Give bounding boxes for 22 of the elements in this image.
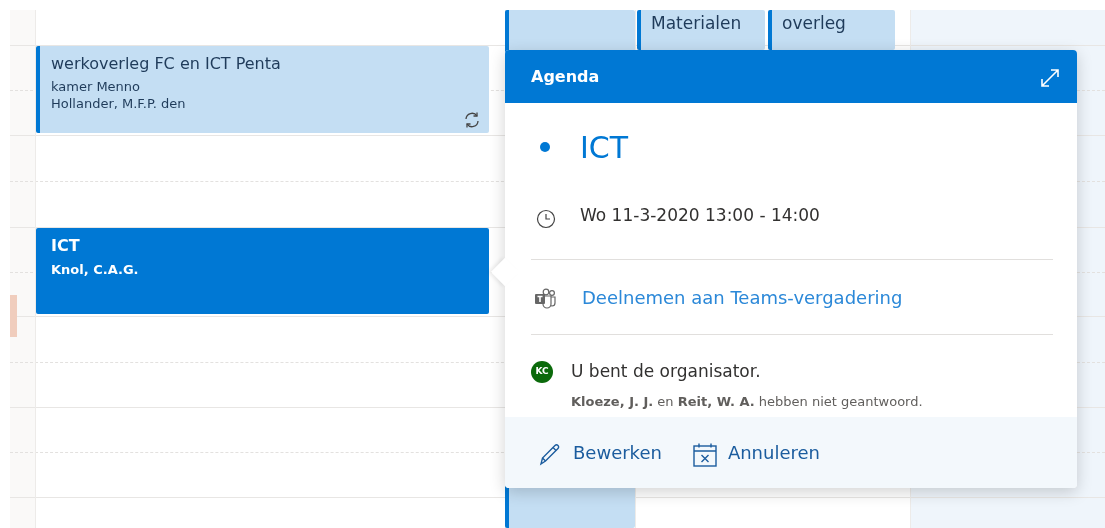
teams-icon	[534, 286, 558, 308]
avatar: KC	[531, 361, 553, 383]
popover-title: Agenda	[531, 65, 600, 88]
calendar-event[interactable]: overleg	[768, 10, 895, 50]
teams-link[interactable]: Deelnemen aan Teams-vergadering	[582, 283, 903, 311]
calendar-event[interactable]: Materialen	[637, 10, 765, 50]
calendar-event[interactable]: werkoverleg FC en ICT Penta kamer Menno Hollander, M.F.P. den	[36, 46, 489, 133]
event-organizer: Knol, C.A.G.	[51, 261, 140, 278]
event-location: kamer Menno	[51, 78, 142, 95]
event-organizer: Hollander, M.F.P. den	[51, 95, 187, 112]
event-title: ICT	[580, 128, 629, 167]
event-title: werkoverleg FC en ICT Penta	[51, 54, 282, 74]
event-title: Materialen	[651, 12, 743, 35]
response-status: Kloeze, J. J. en Reit, W. A. hebben niet geantwoord.	[571, 393, 923, 411]
event-datetime: Wo 11-3-2020 13:00 - 14:00	[580, 204, 820, 228]
event-marker	[10, 295, 17, 337]
action-button[interactable]: Bewerken	[537, 439, 662, 466]
event-title: ICT	[51, 236, 81, 256]
event-title: overleg	[782, 12, 847, 35]
action-button[interactable]: Annuleren	[691, 439, 820, 466]
calendar-event[interactable]: ICT Knol, C.A.G.	[36, 228, 489, 314]
organizer-status: U bent de organisator.	[571, 360, 762, 382]
